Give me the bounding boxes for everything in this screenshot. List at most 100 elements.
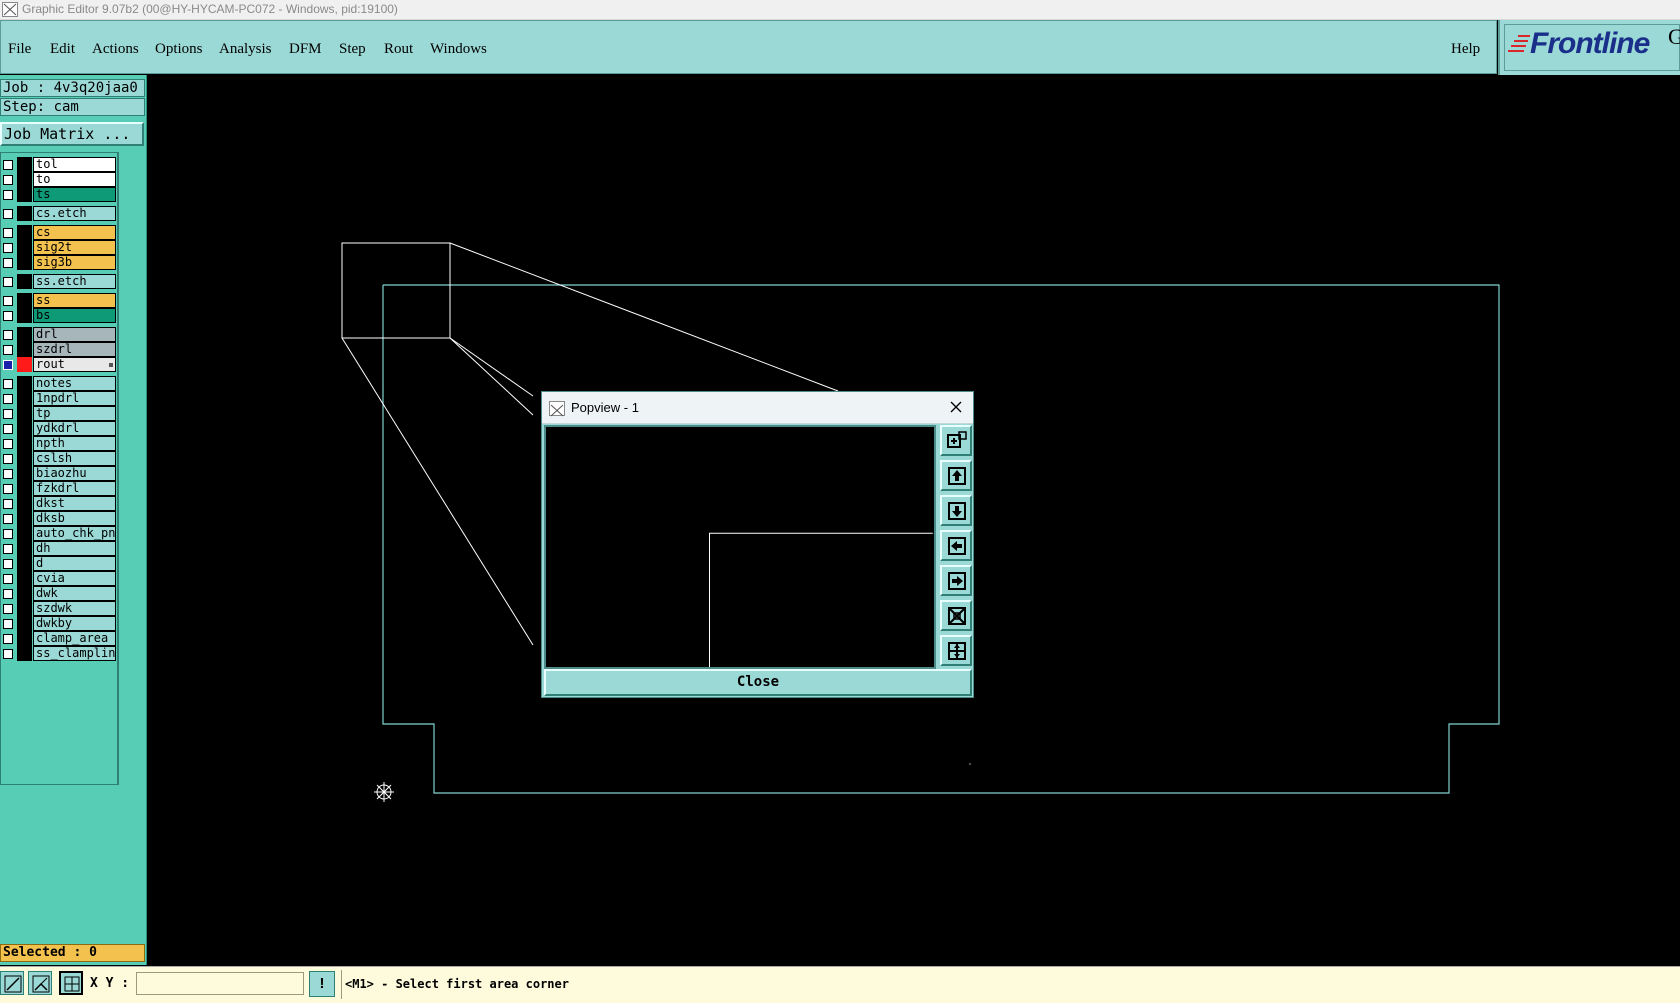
menu-dfm[interactable]: DFM [289,41,322,58]
layer-name[interactable]: ss [33,293,116,308]
layer-row[interactable]: ss [1,293,117,308]
layer-checkbox[interactable] [3,589,13,599]
layer-checkbox[interactable] [3,190,13,200]
layer-row[interactable]: dwk [1,586,117,601]
layer-affected-marker[interactable] [17,526,32,541]
layer-affected-marker[interactable] [17,511,32,526]
layer-affected-marker[interactable] [17,571,32,586]
layer-name[interactable]: dh [33,541,116,556]
menu-help[interactable]: Help [1451,41,1480,58]
menu-edit[interactable]: Edit [50,41,75,58]
snap-mode-button[interactable] [0,971,24,995]
layer-affected-marker[interactable] [17,308,32,323]
layer-affected-marker[interactable] [17,436,32,451]
layer-affected-marker[interactable] [17,206,32,221]
layer-name[interactable]: 1npdrl [33,391,116,406]
layer-name[interactable]: dksb [33,511,116,526]
layer-name[interactable]: cvia [33,571,116,586]
layer-row[interactable]: fzkdrl [1,481,117,496]
layer-checkbox[interactable] [3,228,13,238]
xy-input[interactable] [136,972,304,995]
layer-checkbox[interactable] [3,649,13,659]
layer-row[interactable]: dh [1,541,117,556]
layer-checkbox[interactable] [3,243,13,253]
layer-checkbox[interactable] [3,311,13,321]
layer-checkbox[interactable] [3,559,13,569]
layer-affected-marker[interactable] [17,451,32,466]
layer-name[interactable]: d [33,556,116,571]
layer-row[interactable]: auto_chk_pnl [1,526,117,541]
menu-rout[interactable]: Rout [384,41,413,58]
layer-row[interactable]: cvia [1,571,117,586]
layer-affected-marker[interactable] [17,406,32,421]
layer-checkbox[interactable] [3,258,13,268]
menu-file[interactable]: File [8,41,31,58]
layer-affected-marker[interactable] [17,255,32,270]
layer-checkbox[interactable] [3,424,13,434]
layer-checkbox[interactable] [3,469,13,479]
layer-checkbox[interactable] [3,634,13,644]
layer-name[interactable]: notes [33,376,116,391]
layer-row[interactable]: ts [1,187,117,202]
layer-checkbox[interactable] [3,529,13,539]
layer-name[interactable]: tol [33,157,116,172]
layer-row[interactable]: to [1,172,117,187]
measure-mode-button[interactable] [28,971,52,995]
layer-checkbox[interactable] [3,394,13,404]
layer-affected-marker[interactable] [17,646,32,661]
menu-analysis[interactable]: Analysis [219,41,272,58]
layer-name[interactable]: sig2t [33,240,116,255]
popview-canvas[interactable] [544,425,936,669]
layer-row[interactable]: drl [1,327,117,342]
layer-affected-marker[interactable] [17,225,32,240]
layer-name[interactable]: drl [33,327,116,342]
pan-left-button[interactable] [940,530,972,561]
menu-windows[interactable]: Windows [430,41,487,58]
layer-affected-marker[interactable] [17,327,32,342]
layer-affected-marker[interactable] [17,240,32,255]
layer-affected-marker[interactable] [17,274,32,289]
layer-checkbox[interactable] [3,604,13,614]
layer-checkbox[interactable] [3,619,13,629]
zoom-window-button[interactable] [940,425,972,456]
popview-close-button[interactable]: Close [544,669,972,696]
layer-row[interactable]: biaozhu [1,466,117,481]
layer-name[interactable]: szdwk [33,601,116,616]
layer-row[interactable]: ydkdrl [1,421,117,436]
layer-name[interactable]: clamp_area [33,631,116,646]
close-icon[interactable] [945,396,967,418]
layer-checkbox[interactable] [3,439,13,449]
layer-name[interactable]: cslsh [33,451,116,466]
layer-affected-marker[interactable] [17,376,32,391]
layer-name[interactable]: rout [33,357,116,372]
layer-name[interactable]: dkst [33,496,116,511]
layer-affected-marker[interactable] [17,481,32,496]
menu-step[interactable]: Step [339,41,366,58]
layer-name[interactable]: dwkby [33,616,116,631]
grid-mode-button[interactable] [59,971,83,995]
layer-affected-marker[interactable] [17,293,32,308]
layer-name[interactable]: szdrl [33,342,116,357]
layer-name[interactable]: ts [33,187,116,202]
layer-name[interactable]: to [33,172,116,187]
layer-row[interactable]: 1npdrl [1,391,117,406]
layer-affected-marker[interactable] [17,421,32,436]
alert-button[interactable]: ! [309,971,335,997]
layer-affected-marker[interactable] [17,631,32,646]
layer-checkbox[interactable] [3,514,13,524]
layer-checkbox[interactable] [3,277,13,287]
layer-affected-marker[interactable] [17,616,32,631]
layer-row[interactable]: cslsh [1,451,117,466]
pan-up-button[interactable] [940,460,972,491]
layer-affected-marker[interactable] [17,342,32,357]
layer-affected-marker[interactable] [17,466,32,481]
layer-checkbox[interactable] [3,379,13,389]
job-matrix-button[interactable]: Job Matrix ... [0,122,144,146]
layer-name[interactable]: npth [33,436,116,451]
layer-checkbox[interactable] [3,360,13,370]
layer-affected-marker[interactable] [17,496,32,511]
layer-row[interactable]: tol [1,157,117,172]
layer-name[interactable]: cs.etch [33,206,116,221]
layer-checkbox[interactable] [3,296,13,306]
layer-row[interactable]: d [1,556,117,571]
